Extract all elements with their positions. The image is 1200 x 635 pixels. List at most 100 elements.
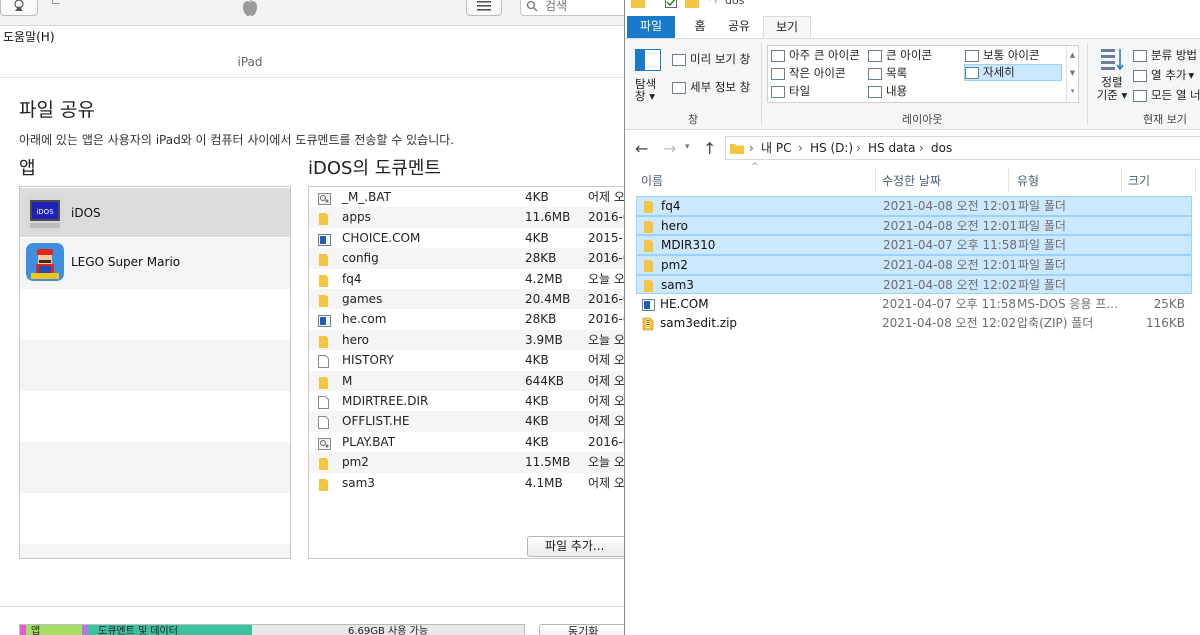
document-row[interactable]: apps 11.6MB 2016-0 (309, 207, 625, 228)
breadcrumb-item[interactable]: HS data (868, 137, 915, 159)
menu-help[interactable]: 도움말(H) (3, 30, 55, 44)
window-control[interactable] (52, 0, 60, 4)
airplay-button[interactable] (0, 0, 38, 16)
back-arrow-icon[interactable]: ← (635, 139, 648, 158)
document-date: 2016-0 (588, 251, 625, 266)
document-name: games (342, 292, 383, 306)
file-name: sam3edit.zip (660, 316, 738, 331)
document-row[interactable]: OFFLIST.HE 4KB 어제 오 (309, 411, 625, 432)
document-size: 11.6MB (525, 210, 571, 225)
document-date: 2016-0 (588, 292, 625, 306)
column-header-name[interactable]: 이름 (641, 172, 663, 189)
file-row[interactable]: MDIR310 2021-04-07 오후 11:58 파일 폴더 (636, 235, 1192, 255)
up-arrow-icon[interactable]: ↑ (703, 139, 716, 158)
layout-label: 내용 (886, 84, 908, 98)
storage-segment-apps: 앱 (26, 625, 82, 635)
add-file-button[interactable]: 파일 추가... (527, 536, 625, 557)
tab-share[interactable]: 공유 (723, 16, 755, 38)
file-name: pm2 (661, 258, 688, 273)
layout-small-icons[interactable]: 작은 아이콘 (771, 65, 846, 82)
column-header-size[interactable]: 크기 (1128, 172, 1150, 189)
document-row[interactable]: PLAY.BAT 4KB 2016-0 (309, 432, 625, 452)
layout-details[interactable]: 자세히 (964, 64, 1062, 81)
folder-icon (318, 477, 330, 491)
tab-view[interactable]: 보기 (763, 16, 811, 38)
document-size: 11.5MB (525, 455, 571, 470)
file-type: MS-DOS 응용 프... (1017, 296, 1118, 311)
list-view-button[interactable] (466, 0, 502, 16)
column-header-type[interactable]: 유형 (1017, 172, 1039, 189)
device-name: iPad (0, 48, 625, 78)
add-columns-icon (1133, 69, 1147, 82)
breadcrumb-item[interactable]: dos (931, 137, 952, 159)
layout-list[interactable]: 목록 (868, 65, 907, 82)
blank-file-icon (318, 415, 330, 430)
tab-file[interactable]: 파일 (627, 16, 675, 38)
document-row[interactable]: MDIRTREE.DIR 4KB 어제 오 (309, 391, 625, 411)
document-row[interactable]: config 28KB 2016-0 (309, 248, 625, 269)
group-by-button[interactable]: 분류 방법 (1133, 47, 1197, 64)
sort-by-button[interactable]: 정렬 기준 ▾ (1095, 47, 1129, 102)
document-date: 어제 오 (588, 414, 625, 429)
file-row[interactable]: HE.COM 2021-04-07 오후 11:58 MS-DOS 응용 프... 2… (636, 295, 1192, 315)
document-row[interactable]: sam3 4.1MB 어제 오 (309, 473, 625, 493)
document-name: pm2 (342, 455, 369, 470)
tab-home[interactable]: 홈 (685, 16, 715, 38)
document-name: hero (342, 332, 369, 347)
address-bar[interactable]: › 내 PC › HS (D:) › HS data › dos (725, 136, 1200, 160)
search-input[interactable]: 검색 (520, 0, 625, 16)
file-name: MDIR310 (661, 238, 716, 253)
file-row[interactable]: pm2 2021-04-08 오전 12:01 파일 폴더 (636, 255, 1192, 275)
details-pane-button[interactable]: 세부 정보 창 (672, 79, 750, 96)
sync-button[interactable]: 동기화 (539, 624, 625, 635)
document-row[interactable]: hero 3.9MB 오늘 오 (309, 329, 625, 351)
file-row[interactable]: sam3edit.zip 2021-04-08 오전 12:02 압축(ZIP) 폴… (636, 314, 1192, 334)
document-row[interactable]: games 20.4MB 2016-0 (309, 289, 625, 310)
document-row[interactable]: fq4 4.2MB 오늘 오 (309, 269, 625, 289)
column-divider[interactable] (875, 168, 876, 192)
document-row[interactable]: he.com 28KB 2016-0 (309, 309, 625, 329)
file-row[interactable]: hero 2021-04-08 오전 12:01 파일 폴더 (636, 215, 1192, 236)
column-divider[interactable] (1195, 168, 1196, 192)
forward-arrow-icon[interactable]: → (663, 139, 676, 158)
checkbox-icon[interactable] (665, 0, 677, 8)
breadcrumb-item[interactable]: 내 PC (761, 137, 791, 159)
document-size: 4.1MB (525, 475, 563, 490)
document-row[interactable]: _M_.BAT 4KB 어제 오 (309, 187, 625, 207)
fit-columns-button[interactable]: 모든 열 너 (1133, 87, 1200, 104)
navigation-pane-button[interactable]: 탐색 창 ▾ (635, 49, 661, 102)
breadcrumb-item[interactable]: HS (D:) (810, 137, 853, 159)
file-row[interactable]: sam3 2021-04-08 오전 12:02 파일 폴더 (636, 274, 1192, 295)
layout-medium-icons[interactable]: 보통 아이콘 (965, 47, 1040, 64)
folder-icon (643, 220, 656, 233)
layout-label: 작은 아이콘 (789, 66, 846, 80)
pane-group-label: 창 (688, 113, 699, 126)
preview-pane-button[interactable]: 미리 보기 창 (672, 51, 750, 68)
layout-gallery-scroll[interactable]: ▲ ▼ ▾ (1066, 46, 1078, 102)
add-columns-button[interactable]: 열 추가 ▾ (1133, 67, 1194, 84)
document-row[interactable]: HISTORY 4KB 어제 오 (309, 350, 625, 370)
app-item-idos[interactable]: iDOS iDOS (20, 188, 290, 237)
quick-access-dropdown[interactable]: ▾ | (707, 0, 717, 4)
layout-extra-large-icons[interactable]: 아주 큰 아이콘 (771, 47, 860, 64)
document-size: 4KB (525, 434, 549, 449)
document-row[interactable]: CHOICE.COM 4KB 2015-1 (309, 228, 625, 248)
app-item-lego-super-mario[interactable]: LEGO Super Mario (20, 237, 290, 286)
document-row[interactable]: pm2 11.5MB 오늘 오 (309, 452, 625, 473)
layout-tiles[interactable]: 타일 (771, 83, 810, 100)
ribbon-separator (761, 43, 762, 125)
layout-content[interactable]: 내용 (868, 83, 907, 100)
exe-file-icon (642, 298, 655, 311)
column-divider[interactable] (1121, 168, 1122, 192)
column-header-date[interactable]: 수정한 날짜 (882, 172, 941, 189)
document-size: 4.2MB (525, 271, 563, 286)
column-divider[interactable] (1008, 168, 1009, 192)
file-type: 압축(ZIP) 폴더 (1017, 316, 1094, 331)
recent-locations-icon[interactable]: ▾ (685, 142, 690, 152)
document-size: 20.4MB (525, 292, 571, 306)
document-row[interactable]: M 644KB 어제 오 (309, 370, 625, 391)
explorer-titlebar: ▾ | dos (625, 0, 1200, 14)
layout-label: 자세히 (983, 65, 1015, 79)
file-row[interactable]: fq4 2021-04-08 오전 12:01 파일 폴더 (636, 196, 1192, 216)
layout-large-icons[interactable]: 큰 아이콘 (868, 47, 932, 64)
